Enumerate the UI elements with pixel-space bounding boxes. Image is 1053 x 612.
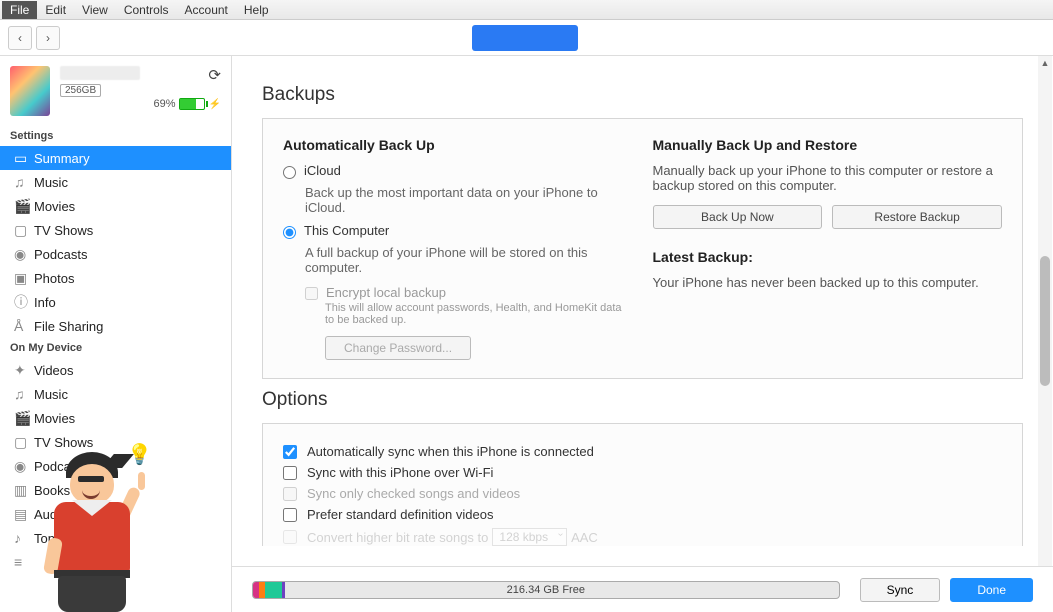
- navbar: ‹ ›: [0, 20, 1053, 56]
- books-icon: ▥: [14, 482, 34, 499]
- menu-view[interactable]: View: [74, 1, 116, 19]
- info-icon: ⓘ: [14, 292, 34, 312]
- onmydevice-section-title: On My Device: [0, 338, 231, 358]
- restore-backup-button[interactable]: Restore Backup: [832, 205, 1002, 229]
- thiscomputer-subtext: A full backup of your iPhone will be sto…: [305, 245, 633, 275]
- convert-label: Convert higher bit rate songs to: [307, 530, 488, 545]
- storage-free-label: 216.34 GB Free: [253, 584, 839, 596]
- done-button[interactable]: Done: [950, 578, 1033, 602]
- storage-bar: 216.34 GB Free: [252, 581, 840, 599]
- music-icon: ♫: [14, 386, 34, 402]
- autosync-label: Automatically sync when this iPhone is c…: [307, 444, 594, 459]
- manual-backup-title: Manually Back Up and Restore: [653, 137, 1003, 153]
- podcast-icon: ◉: [14, 246, 34, 263]
- bitrate-dropdown[interactable]: 128 kbps: [492, 528, 567, 546]
- latest-backup-title: Latest Backup:: [653, 249, 1003, 265]
- music-icon: ♫: [14, 174, 34, 190]
- thiscomputer-label: This Computer: [304, 223, 389, 238]
- back-button[interactable]: ‹: [8, 26, 32, 50]
- backups-panel: Automatically Back Up iCloud Back up the…: [262, 118, 1023, 379]
- content-pane: Backups Automatically Back Up iCloud Bac…: [232, 56, 1053, 612]
- center-button[interactable]: [472, 25, 578, 51]
- forward-button[interactable]: ›: [36, 26, 60, 50]
- device-name: [60, 66, 140, 80]
- sidebar-item-podcasts2[interactable]: ◉Podcasts: [0, 454, 231, 478]
- more-icon: ≡: [14, 554, 34, 570]
- sdvideo-label: Prefer standard definition videos: [307, 507, 493, 522]
- settings-section-title: Settings: [0, 126, 231, 146]
- sync-button[interactable]: Sync: [860, 578, 941, 602]
- filesharing-icon: Å: [14, 318, 34, 334]
- sidebar-item-music2[interactable]: ♫Music: [0, 382, 231, 406]
- capacity-tag: 256GB: [60, 84, 101, 97]
- menu-edit[interactable]: Edit: [37, 1, 74, 19]
- movies-icon: 🎬: [14, 410, 34, 427]
- sidebar-item-videos[interactable]: ✦Videos: [0, 358, 231, 382]
- device-block: 256GB ⟳ 69% ⚡: [0, 56, 231, 126]
- scrollbar[interactable]: ▲: [1038, 56, 1052, 566]
- convert-checkbox[interactable]: [283, 530, 297, 544]
- tones-icon: ♪: [14, 530, 34, 546]
- sidebar-item-tones[interactable]: ♪Tones: [0, 526, 231, 550]
- sidebar-item-podcasts[interactable]: ◉Podcasts: [0, 242, 231, 266]
- sidebar-item-photos[interactable]: ▣Photos: [0, 266, 231, 290]
- sidebar-item-books[interactable]: ▥Books: [0, 478, 231, 502]
- sidebar: 256GB ⟳ 69% ⚡ Settings ▭Summary ♫Music 🎬…: [0, 56, 232, 612]
- encrypt-subtext: This will allow account passwords, Healt…: [325, 302, 625, 326]
- sidebar-item-movies[interactable]: 🎬Movies: [0, 194, 231, 218]
- thiscomputer-radio[interactable]: [283, 226, 296, 239]
- codec-label: AAC: [571, 530, 598, 545]
- audiobooks-icon: ▤: [14, 506, 34, 523]
- sidebar-item-filesharing[interactable]: ÅFile Sharing: [0, 314, 231, 338]
- auto-backup-title: Automatically Back Up: [283, 137, 633, 153]
- sidebar-item-summary[interactable]: ▭Summary: [0, 146, 231, 170]
- refresh-icon[interactable]: ⟳: [154, 66, 221, 84]
- scroll-up-icon[interactable]: ▲: [1038, 58, 1052, 68]
- sidebar-item-audiobooks[interactable]: ▤Audiobooks: [0, 502, 231, 526]
- sidebar-item-music[interactable]: ♫Music: [0, 170, 231, 194]
- manual-backup-subtext: Manually back up your iPhone to this com…: [653, 163, 1003, 193]
- bottom-bar: 216.34 GB Free Sync Done: [232, 566, 1053, 612]
- sdvideo-checkbox[interactable]: [283, 508, 297, 522]
- backup-now-button[interactable]: Back Up Now: [653, 205, 823, 229]
- backups-heading: Backups: [262, 84, 1023, 106]
- checkedonly-label: Sync only checked songs and videos: [307, 486, 520, 501]
- tv-icon: ▢: [14, 222, 34, 239]
- sidebar-item-more[interactable]: ≡: [0, 550, 231, 574]
- sidebar-item-tvshows[interactable]: ▢TV Shows: [0, 218, 231, 242]
- photos-icon: ▣: [14, 270, 34, 287]
- encrypt-label: Encrypt local backup: [326, 285, 446, 300]
- sidebar-item-info[interactable]: ⓘInfo: [0, 290, 231, 314]
- options-heading: Options: [262, 389, 1023, 411]
- tv-icon: ▢: [14, 434, 34, 451]
- menubar: File Edit View Controls Account Help: [0, 0, 1053, 20]
- wifisync-label: Sync with this iPhone over Wi-Fi: [307, 465, 493, 480]
- autosync-checkbox[interactable]: [283, 445, 297, 459]
- change-password-button[interactable]: Change Password...: [325, 336, 471, 360]
- summary-icon: ▭: [14, 150, 34, 167]
- videos-icon: ✦: [14, 362, 34, 379]
- scroll-thumb[interactable]: [1040, 256, 1050, 386]
- icloud-label: iCloud: [304, 163, 341, 178]
- device-thumb-icon: [10, 66, 50, 116]
- podcast-icon: ◉: [14, 458, 34, 475]
- battery-status: 69% ⚡: [154, 98, 221, 110]
- movies-icon: 🎬: [14, 198, 34, 215]
- menu-help[interactable]: Help: [236, 1, 277, 19]
- sidebar-item-tvshows2[interactable]: ▢TV Shows: [0, 430, 231, 454]
- checkedonly-checkbox[interactable]: [283, 487, 297, 501]
- menu-account[interactable]: Account: [177, 1, 236, 19]
- menu-controls[interactable]: Controls: [116, 1, 177, 19]
- latest-backup-text: Your iPhone has never been backed up to …: [653, 275, 1003, 290]
- menu-file[interactable]: File: [2, 1, 37, 19]
- icloud-subtext: Back up the most important data on your …: [305, 185, 633, 215]
- icloud-radio[interactable]: [283, 166, 296, 179]
- options-panel: Automatically sync when this iPhone is c…: [262, 423, 1023, 546]
- wifisync-checkbox[interactable]: [283, 466, 297, 480]
- encrypt-checkbox[interactable]: [305, 287, 318, 300]
- sidebar-item-movies2[interactable]: 🎬Movies: [0, 406, 231, 430]
